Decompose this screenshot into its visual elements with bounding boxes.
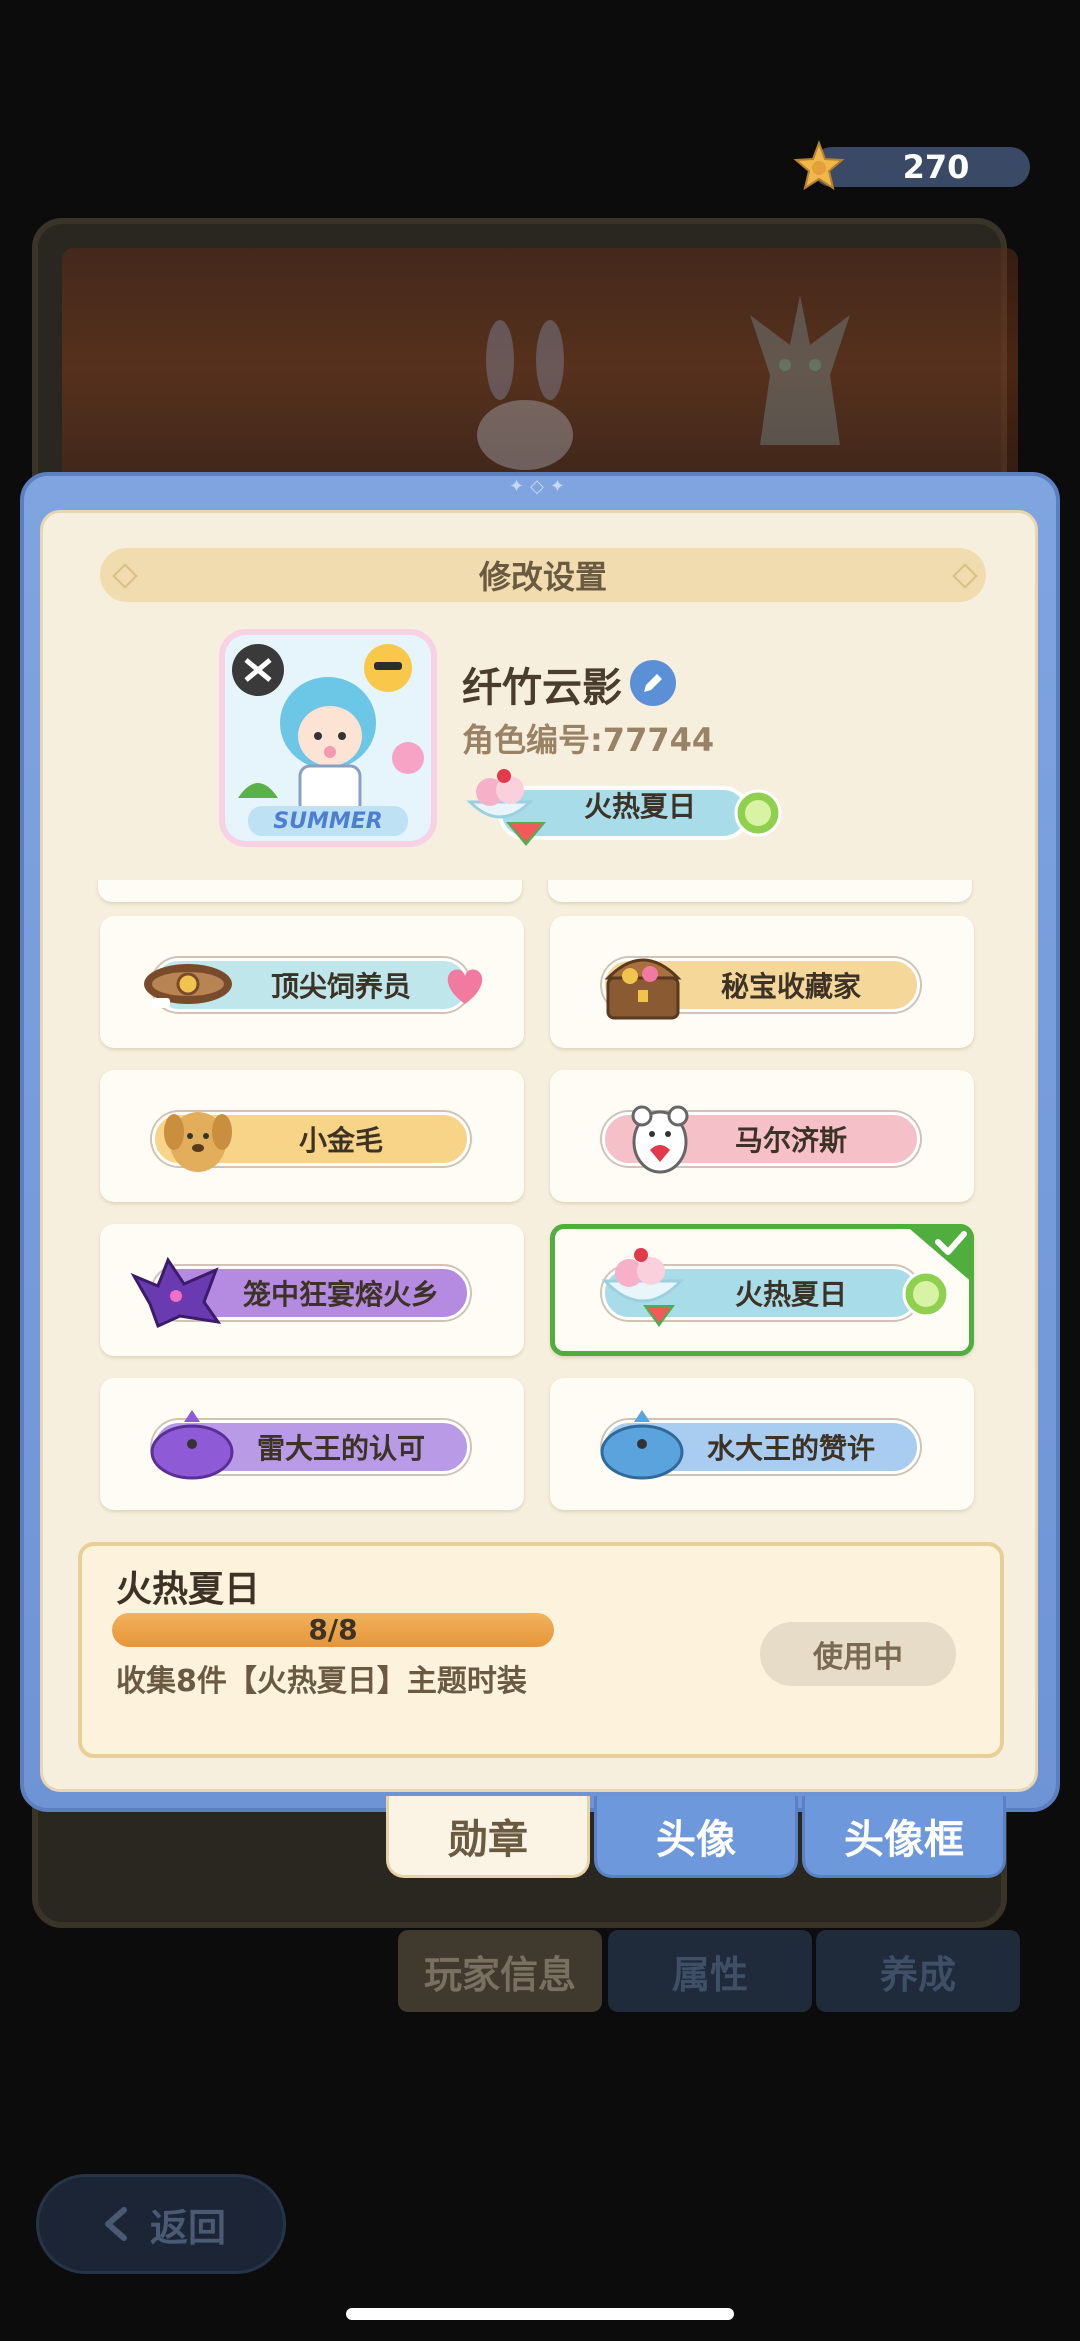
badge-label: 马尔济斯 xyxy=(734,1124,847,1157)
badge-label: 雷大王的认可 xyxy=(256,1432,425,1465)
badge-card-water-king[interactable]: 水大王的赞许 xyxy=(550,1378,974,1510)
badge-card-hot-summer[interactable]: 火热夏日 xyxy=(550,1224,974,1356)
role-id: 角色编号:77744 xyxy=(462,721,715,759)
rabbit-character-silhouette xyxy=(477,320,573,470)
selected-check-icon xyxy=(904,1224,974,1284)
dialog-title-text: 修改设置 xyxy=(478,558,607,596)
tab-avatar[interactable]: 头像 xyxy=(594,1796,798,1878)
star-coin-icon xyxy=(793,140,845,191)
badge-card-thunder-king[interactable]: 雷大王的认可 xyxy=(100,1378,524,1510)
badge-label: 水大王的赞许 xyxy=(706,1432,875,1465)
edit-name-button[interactable] xyxy=(630,660,676,706)
back-button-label: 返回 xyxy=(149,2205,226,2250)
back-arrow-icon xyxy=(104,2207,127,2241)
tab-avatar-frame[interactable]: 头像框 xyxy=(802,1796,1006,1878)
thunder-king-icon xyxy=(150,1410,234,1480)
heart-icon xyxy=(447,969,483,1004)
badge-label: 笼中狂宴熔火乡 xyxy=(242,1278,439,1311)
dialog-title: 修改设置 xyxy=(100,548,986,602)
home-indicator[interactable] xyxy=(346,2308,734,2320)
pencil-icon xyxy=(644,674,662,692)
current-badge-label: 火热夏日 xyxy=(583,790,696,823)
badge-label: 火热夏日 xyxy=(734,1278,847,1311)
tab-attributes: 属性 xyxy=(608,1930,812,2012)
player-name: 纤竹云影 xyxy=(462,665,622,711)
treasure-chest-icon xyxy=(604,958,682,1020)
golden-dog-icon xyxy=(164,1112,232,1172)
white-dog-icon xyxy=(631,1105,689,1174)
progress-text: 8/8 xyxy=(308,1613,358,1646)
badge-card-maltese[interactable]: 马尔济斯 xyxy=(550,1070,974,1202)
badge-card-treasure-collector[interactable]: 秘宝收藏家 xyxy=(550,916,974,1048)
tab-growth: 养成 xyxy=(816,1930,1020,2012)
avatar-summer-text: SUMMER xyxy=(273,809,382,834)
badge-label: 小金毛 xyxy=(298,1124,383,1157)
collar-icon xyxy=(144,964,232,1008)
badge-card-molten-feast[interactable]: 笼中狂宴熔火乡 xyxy=(100,1224,524,1356)
water-king-icon xyxy=(600,1410,684,1480)
purple-dragon-icon xyxy=(130,1256,222,1329)
dragon-character-silhouette xyxy=(750,295,850,445)
badge-label: 顶尖饲养员 xyxy=(270,970,411,1003)
badge-label: 秘宝收藏家 xyxy=(720,970,861,1003)
tab-player-info: 玩家信息 xyxy=(398,1930,602,2012)
badge-card-partial xyxy=(98,880,522,902)
badge-grid[interactable]: 顶尖饲养员 秘宝收藏家 小金毛 马尔济斯 笼中狂宴熔火乡 火热夏日 雷大王的认可… xyxy=(78,880,1000,1540)
player-avatar[interactable]: SUMMER xyxy=(218,628,438,848)
badge-card-partial xyxy=(548,880,972,902)
dialog-top-ornament: ✦◇✦ xyxy=(508,476,571,497)
badge-card-top-breeder[interactable]: 顶尖饲养员 xyxy=(100,916,524,1048)
back-button[interactable]: 返回 xyxy=(36,2174,286,2274)
badge-info-title: 火热夏日 xyxy=(116,1569,261,1610)
in-use-button[interactable]: 使用中 xyxy=(760,1622,956,1686)
badge-card-golden-retriever[interactable]: 小金毛 xyxy=(100,1070,524,1202)
ice-cream-icon xyxy=(601,1248,685,1327)
badge-info-description: 收集8件【火热夏日】主题时装 xyxy=(116,1664,527,1699)
tab-medal[interactable]: 勋章 xyxy=(386,1796,590,1878)
currency-amount: 270 xyxy=(902,148,970,186)
